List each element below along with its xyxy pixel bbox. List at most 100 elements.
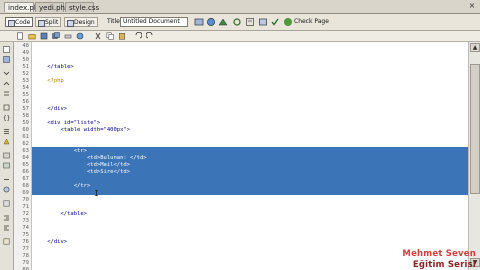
- cut-icon[interactable]: [94, 32, 102, 40]
- line-number: 50: [22, 57, 29, 63]
- design-view-label: Design: [74, 19, 95, 26]
- line-number: 53: [22, 78, 29, 84]
- apply-comment-icon[interactable]: [3, 152, 10, 159]
- code-view-button[interactable]: Code: [5, 17, 34, 27]
- line-number: 52: [22, 71, 29, 77]
- select-parent-tag-icon[interactable]: [3, 104, 10, 111]
- remove-comment-icon[interactable]: [3, 162, 10, 169]
- code-line: <tr>: [34, 148, 87, 154]
- code-line: </tr>: [34, 183, 91, 189]
- line-number: 56: [22, 99, 29, 105]
- format-source-code-icon[interactable]: [3, 238, 10, 245]
- code-line: <td>Bulunan: </td>: [34, 155, 147, 161]
- watermark-name: Mehmet Seven: [402, 249, 476, 259]
- code-editor[interactable]: </table> <?php </div> <div id="liste"> <…: [32, 42, 468, 270]
- code-line: </table>: [34, 64, 74, 70]
- line-number: 60: [22, 127, 29, 133]
- standard-toolbar: [0, 31, 480, 42]
- undo-icon[interactable]: [134, 32, 142, 40]
- vertical-scrollbar[interactable]: ▲ ▼: [468, 42, 480, 270]
- tab-style-css[interactable]: style.css: [65, 2, 99, 12]
- recent-snippets-icon[interactable]: [3, 186, 10, 193]
- browser-preview-icon[interactable]: [76, 32, 84, 40]
- show-code-navigator-icon[interactable]: [3, 56, 10, 63]
- highlight-invalid-code-icon[interactable]: [3, 138, 10, 145]
- design-view-button[interactable]: Design: [64, 17, 98, 27]
- line-number: 69: [22, 190, 29, 196]
- code-line: <td>Sire</td>: [34, 169, 131, 175]
- tab-index-php[interactable]: index.php: [4, 2, 43, 12]
- svg-text:{}: {}: [3, 115, 10, 121]
- wrap-tag-icon[interactable]: [3, 176, 10, 183]
- tab-yedi-php[interactable]: yedi.php: [35, 2, 69, 12]
- paste-icon[interactable]: [118, 32, 126, 40]
- line-number: 77: [22, 246, 29, 252]
- save-all-icon[interactable]: [52, 32, 60, 40]
- new-file-icon[interactable]: [16, 32, 24, 40]
- indent-code-icon[interactable]: [3, 214, 10, 221]
- watermark-subtitle: Eğitim Serisi: [412, 260, 476, 270]
- file-management-icon[interactable]: [218, 17, 228, 27]
- view-options-icon[interactable]: [245, 17, 255, 27]
- line-number: 66: [22, 169, 29, 175]
- print-icon[interactable]: [64, 32, 72, 40]
- line-number: 64: [22, 155, 29, 161]
- line-number: 65: [22, 162, 29, 168]
- line-number: 58: [22, 113, 29, 119]
- line-number: 48: [22, 43, 29, 49]
- text-cursor-icon: I: [94, 189, 99, 198]
- code-view-icon: [8, 20, 15, 27]
- check-page-label: Check Page: [294, 18, 329, 25]
- preview-globe-icon[interactable]: [206, 17, 216, 27]
- validate-markup-icon[interactable]: [270, 17, 280, 27]
- collapse-selection-icon[interactable]: [3, 80, 10, 87]
- copy-icon[interactable]: [106, 32, 114, 40]
- line-numbers-icon[interactable]: [3, 128, 10, 135]
- line-number: 76: [22, 239, 29, 245]
- line-number: 73: [22, 218, 29, 224]
- move-css-icon[interactable]: [3, 200, 10, 207]
- line-number: 54: [22, 85, 29, 91]
- visual-aids-icon[interactable]: [258, 17, 268, 27]
- refresh-icon[interactable]: [232, 17, 242, 27]
- code-line: <?php: [34, 78, 64, 84]
- open-folder-icon[interactable]: [28, 32, 36, 40]
- code-line: </div>: [34, 106, 68, 112]
- close-document-icon[interactable]: ×: [468, 2, 476, 10]
- line-number: 59: [22, 120, 29, 126]
- watermark: Mehmet Seven Eğitim Serisi: [388, 248, 480, 270]
- title-input[interactable]: Untitled Document: [120, 17, 188, 27]
- line-number: 75: [22, 232, 29, 238]
- split-view-icon: [38, 20, 45, 27]
- line-number: 55: [22, 92, 29, 98]
- document-tab-bar: index.php yedi.php style.css ×: [0, 0, 480, 14]
- line-number: 68: [22, 183, 29, 189]
- collapse-full-tag-icon[interactable]: [3, 70, 10, 77]
- line-number: 79: [22, 260, 29, 266]
- save-icon[interactable]: [40, 32, 48, 40]
- line-number: 61: [22, 134, 29, 140]
- code-line: </table>: [34, 211, 87, 217]
- line-number: 67: [22, 176, 29, 182]
- code-view-label: Code: [15, 19, 31, 26]
- line-number: 70: [22, 197, 29, 203]
- line-number: 78: [22, 253, 29, 259]
- open-documents-icon[interactable]: [3, 46, 10, 53]
- balance-braces-icon[interactable]: {}: [3, 114, 10, 121]
- scroll-up-icon[interactable]: ▲: [470, 43, 480, 52]
- expand-all-icon[interactable]: [3, 90, 10, 97]
- outdent-code-icon[interactable]: [3, 224, 10, 231]
- redo-icon[interactable]: [146, 32, 154, 40]
- coding-toolbar: {}: [0, 42, 14, 270]
- code-line: <div id="liste">: [34, 120, 101, 126]
- check-page-button[interactable]: Check Page: [284, 17, 329, 27]
- line-number: 71: [22, 204, 29, 210]
- split-view-button[interactable]: Split: [35, 17, 62, 27]
- scroll-thumb[interactable]: [470, 64, 480, 194]
- line-number-gutter: 48 49 50 51 52 53 54 55 56 57 58 59 60 61 62 63 64 65 66 67…: [14, 42, 32, 270]
- line-number: 51: [22, 64, 29, 70]
- line-number: 63: [22, 148, 29, 154]
- code-line: </div>: [34, 239, 68, 245]
- check-page-icon: [284, 18, 292, 26]
- multiscreen-icon[interactable]: [194, 17, 204, 27]
